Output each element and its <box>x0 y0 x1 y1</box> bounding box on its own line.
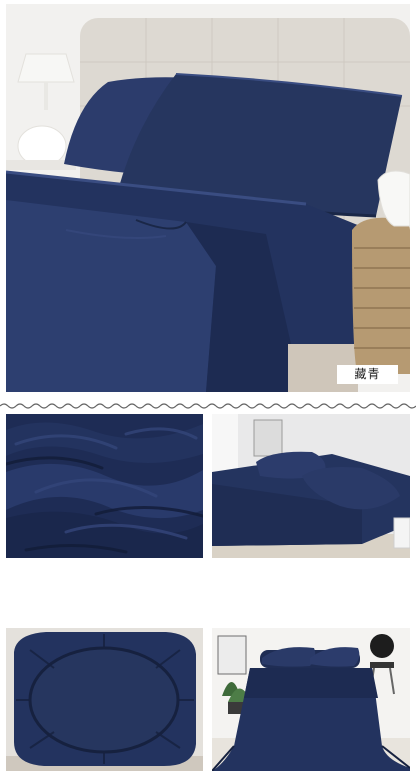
flat-sheet-illustration <box>212 628 410 771</box>
flat-sheet-photo <box>212 628 410 771</box>
fitted-sheet-photo <box>6 628 203 771</box>
fabric-texture-illustration <box>6 414 203 558</box>
fabric-closeup-photo <box>6 414 203 558</box>
main-bed-illustration <box>6 4 410 392</box>
color-name-label: 藏青 <box>337 365 398 384</box>
wave-line-icon <box>0 403 416 409</box>
product-gallery-page: 藏青 <box>0 0 416 775</box>
main-bed-photo: 藏青 <box>6 4 410 392</box>
bedroom-side-photo <box>212 414 410 558</box>
fitted-sheet-illustration <box>6 628 203 771</box>
wave-divider <box>0 400 416 412</box>
bedroom-side-illustration <box>212 414 410 558</box>
